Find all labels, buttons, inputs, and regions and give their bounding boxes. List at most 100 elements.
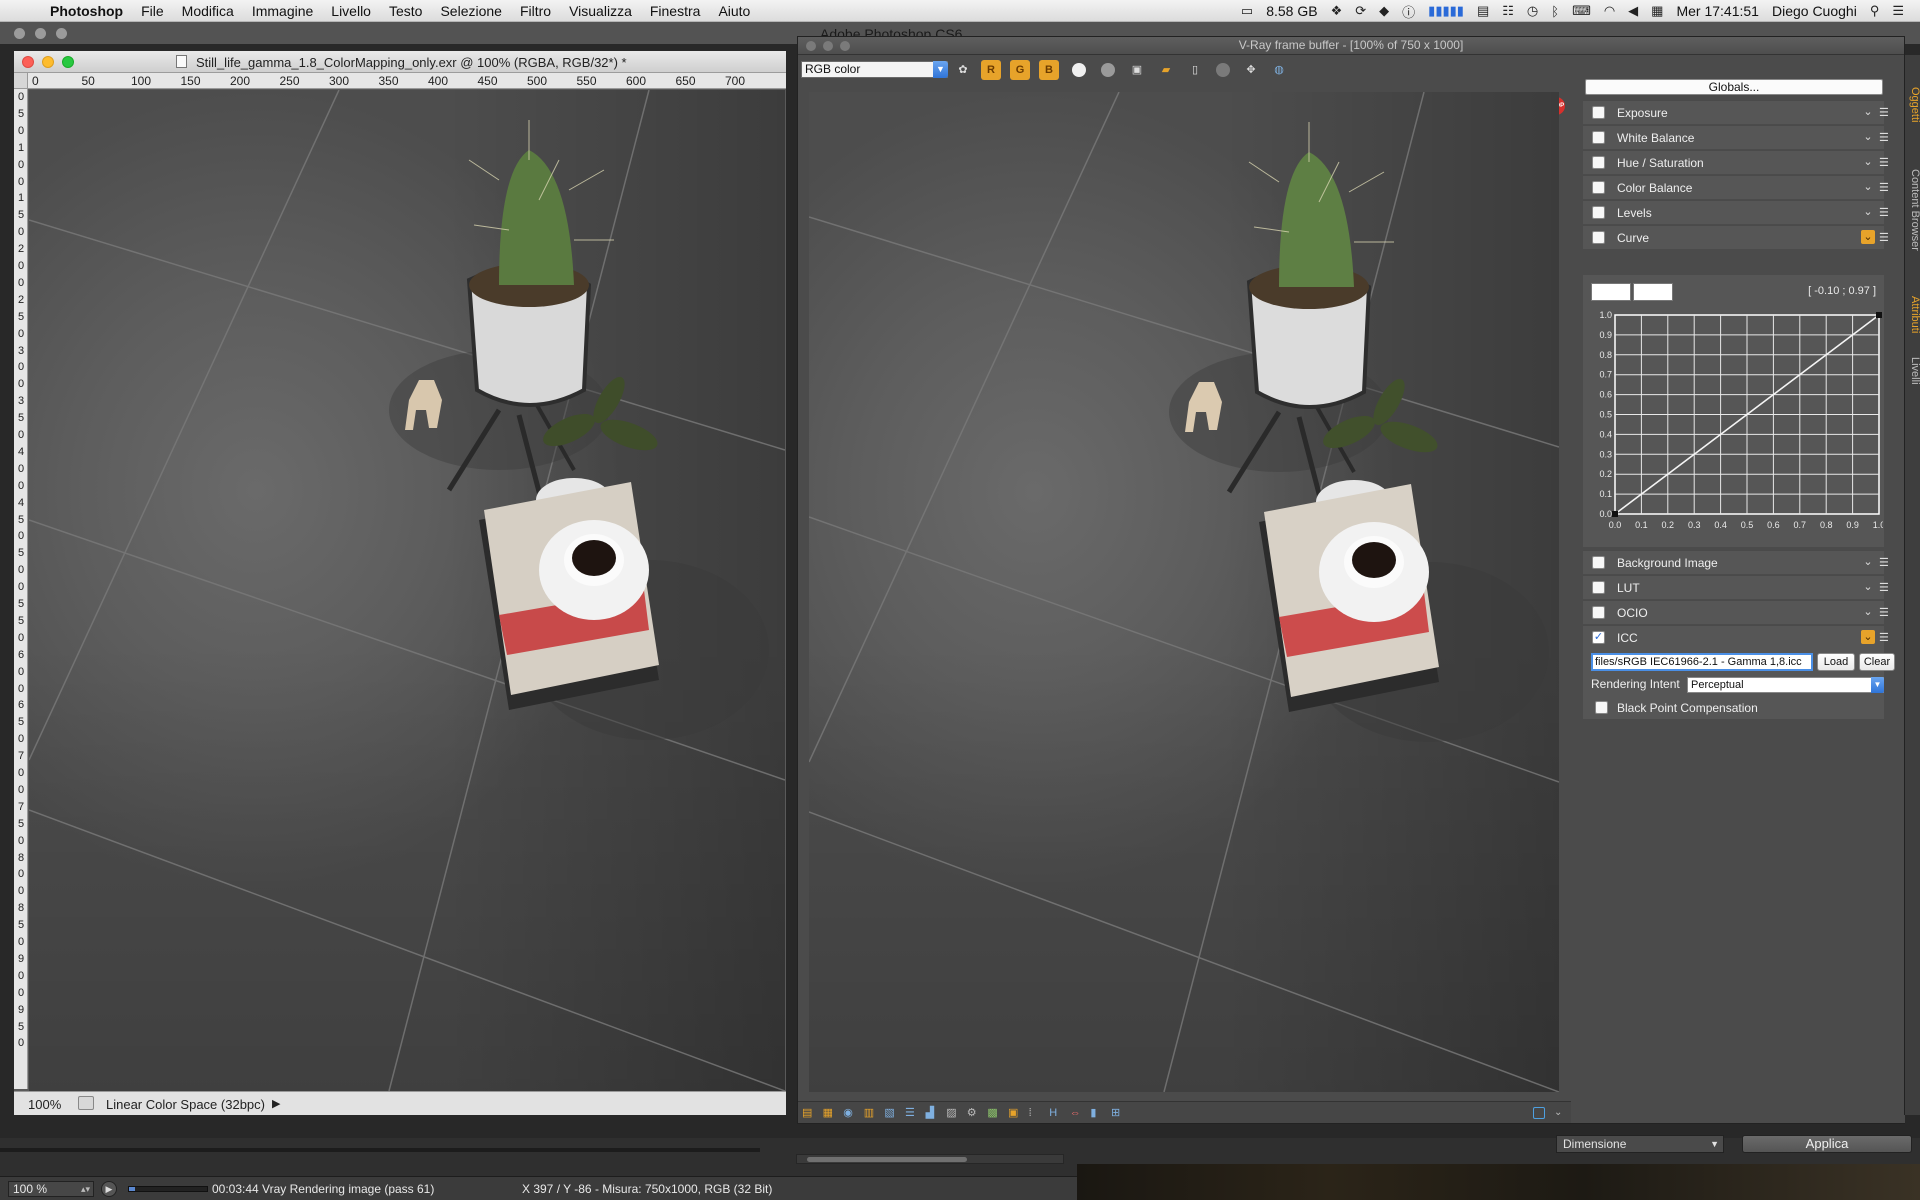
info-icon[interactable]: ⓘ <box>1402 2 1415 21</box>
time-machine-icon[interactable]: ◷ <box>1527 3 1538 19</box>
vfb-tool-icon[interactable]: ◉ <box>843 1107 855 1119</box>
curve-graph[interactable]: 1.0 0.9 0.8 0.7 0.6 0.5 0.4 0.3 0.2 0.1 0.00.0 0.1 0… <box>1591 310 1883 542</box>
background-image-checkbox[interactable] <box>1592 556 1605 569</box>
tab-livelli[interactable]: Livelli <box>1905 348 1920 393</box>
vfb-tool-icon[interactable]: ☰ <box>905 1107 917 1119</box>
hamburger-menu-icon[interactable]: ☰ <box>1879 206 1889 219</box>
chevron-double-down-icon[interactable]: ⌄ <box>1861 155 1875 169</box>
vfb-zoom-icon[interactable] <box>840 41 850 51</box>
memory-icon[interactable]: ▭ <box>1241 3 1253 19</box>
user-name[interactable]: Diego Cuoghi <box>1772 3 1857 19</box>
menu-filtro[interactable]: Filtro <box>520 3 551 19</box>
menu-file[interactable]: File <box>141 3 164 19</box>
vfb-tool-icon[interactable]: ⇔ <box>1070 1107 1082 1119</box>
color-channels-icon[interactable]: ✿ <box>953 60 973 80</box>
save-image-icon[interactable]: ▣ <box>1127 60 1147 80</box>
ruler-origin[interactable] <box>14 73 28 89</box>
hamburger-menu-icon[interactable]: ☰ <box>1879 631 1889 644</box>
icc-clear-button[interactable]: Clear <box>1859 653 1895 671</box>
shield-icon[interactable]: ◆ <box>1379 3 1389 19</box>
chevron-double-down-icon[interactable]: ⌄ <box>1861 205 1875 219</box>
tab-content-browser[interactable]: Content Browser <box>1905 140 1920 280</box>
correction-row-ocio[interactable]: OCIO ⌄ ☰ <box>1583 600 1889 624</box>
menu-immagine[interactable]: Immagine <box>252 3 313 19</box>
tab-attributi[interactable]: Attributi <box>1905 285 1920 345</box>
chevron-double-down-icon[interactable]: ⌄ <box>1861 605 1875 619</box>
cpu-meter-icon[interactable]: ▮▮▮▮▮ <box>1428 3 1464 19</box>
tab-oggetti[interactable]: Oggetti <box>1905 75 1920 135</box>
icc-checkbox[interactable]: ✓ <box>1592 631 1605 644</box>
status-menu-arrow-icon[interactable]: ▶ <box>272 1097 280 1110</box>
document-title-bar[interactable]: Still_life_gamma_1.8_ColorMapping_only.e… <box>14 51 786 73</box>
hamburger-menu-icon[interactable]: ☰ <box>1879 556 1889 569</box>
vfb-tool-icon[interactable]: ▮ <box>1090 1107 1102 1119</box>
hamburger-menu-icon[interactable]: ☰ <box>1879 231 1889 244</box>
vfb-tool-icon[interactable]: ▟ <box>926 1107 938 1119</box>
open-folder-icon[interactable]: ▰ <box>1156 60 1176 80</box>
hamburger-menu-icon[interactable]: ☰ <box>1879 131 1889 144</box>
menu-livello[interactable]: Livello <box>331 3 371 19</box>
history-icon[interactable] <box>1216 63 1230 77</box>
levels-checkbox[interactable] <box>1592 206 1605 219</box>
document-zoom-readout[interactable]: 100% <box>28 1097 61 1112</box>
zoom-field[interactable]: 100 % ▴▾ <box>8 1181 94 1197</box>
chevron-double-down-icon[interactable]: ⌄ <box>1861 230 1875 244</box>
vfb-tool-icon[interactable]: ▧ <box>884 1107 896 1119</box>
chevron-down-icon[interactable]: ▼ <box>933 61 948 78</box>
vfb-tool-icon[interactable]: ⁞ <box>1029 1107 1041 1119</box>
vfb-close-icon[interactable] <box>806 41 816 51</box>
ps-zoom-icon[interactable] <box>56 28 67 39</box>
chevron-down-icon[interactable]: ▼ <box>1871 677 1884 693</box>
vfb-tool-icon[interactable]: ▤ <box>802 1107 814 1119</box>
keyboard-icon[interactable]: ⌨ <box>1572 3 1591 19</box>
chevron-double-down-icon[interactable]: ⌄ <box>1861 580 1875 594</box>
exposure-checkbox[interactable] <box>1592 106 1605 119</box>
correction-row-exposure[interactable]: Exposure ⌄ ☰ <box>1583 100 1889 124</box>
hamburger-menu-icon[interactable]: ☰ <box>1879 581 1889 594</box>
vfb-tool-icon[interactable]: ▩ <box>987 1107 999 1119</box>
dropbox-icon[interactable]: ❖ <box>1331 3 1343 19</box>
alpha-white-icon[interactable] <box>1072 63 1086 77</box>
vfb-tool-icon[interactable]: H <box>1049 1107 1061 1119</box>
vfb-render-view[interactable] <box>809 92 1559 1092</box>
correction-row-color-balance[interactable]: Color Balance ⌄ ☰ <box>1583 175 1889 199</box>
doc-close-icon[interactable] <box>22 56 34 68</box>
correction-row-lut[interactable]: LUT ⌄ ☰ <box>1583 575 1889 599</box>
hamburger-menu-icon[interactable]: ☰ <box>1879 156 1889 169</box>
dimension-select[interactable]: Dimensione ▼ <box>1556 1135 1724 1153</box>
document-canvas[interactable] <box>29 90 785 1091</box>
correction-row-white-balance[interactable]: White Balance ⌄ ☰ <box>1583 125 1889 149</box>
doc-zoom-icon[interactable] <box>62 56 74 68</box>
play-icon[interactable]: ▶ <box>101 1181 117 1197</box>
green-channel-button[interactable]: G <box>1010 60 1030 80</box>
white-balance-checkbox[interactable] <box>1592 131 1605 144</box>
channel-select[interactable]: RGB color ▼ <box>801 61 948 78</box>
chevron-double-down-icon[interactable]: ⌄ <box>1861 180 1875 194</box>
hamburger-menu-icon[interactable]: ☰ <box>1879 106 1889 119</box>
correction-row-hue-saturation[interactable]: Hue / Saturation ⌄ ☰ <box>1583 150 1889 174</box>
chevron-double-down-icon[interactable]: ⌄ <box>1861 105 1875 119</box>
blue-channel-button[interactable]: B <box>1039 60 1059 80</box>
correction-row-icc[interactable]: ✓ ICC ⌄ ☰ <box>1583 625 1889 649</box>
correction-row-levels[interactable]: Levels ⌄ ☰ <box>1583 200 1889 224</box>
color-balance-checkbox[interactable] <box>1592 181 1605 194</box>
horizontal-ruler[interactable]: 0 50 100 150 200 250 300 350 400 450 500 550 600 650 7… <box>28 73 786 89</box>
vfb-minimize-icon[interactable] <box>823 41 833 51</box>
spotlight-icon[interactable]: ⚲ <box>1870 3 1880 19</box>
calendar-icon[interactable]: ▦ <box>1651 3 1663 19</box>
chevron-double-down-icon[interactable]: ⌄ <box>1554 1107 1566 1119</box>
hue-saturation-checkbox[interactable] <box>1592 156 1605 169</box>
track-mouse-icon[interactable]: ✥ <box>1241 60 1261 80</box>
clipboard-icon[interactable]: ☷ <box>1502 3 1514 19</box>
red-channel-button[interactable]: R <box>981 60 1001 80</box>
lut-checkbox[interactable] <box>1592 581 1605 594</box>
curve-swatch-right[interactable] <box>1633 283 1673 301</box>
curve-checkbox[interactable] <box>1592 231 1605 244</box>
vertical-ruler[interactable]: 0 5 0 1 0 0 1 5 0 2 0 0 2 5 0 3 0 0 3 5 0 4 0 0 4 5 0 5 0 0 5 5 0 6 0 0 6 5 0 7… <box>14 89 28 1089</box>
curve-swatch-left[interactable] <box>1591 283 1631 301</box>
region-render-icon[interactable]: ◍ <box>1269 60 1289 80</box>
vfb-tool-icon[interactable]: ▥ <box>864 1107 876 1119</box>
icc-load-button[interactable]: Load <box>1817 653 1855 671</box>
ps-close-icon[interactable] <box>14 28 25 39</box>
menu-selezione[interactable]: Selezione <box>440 3 502 19</box>
